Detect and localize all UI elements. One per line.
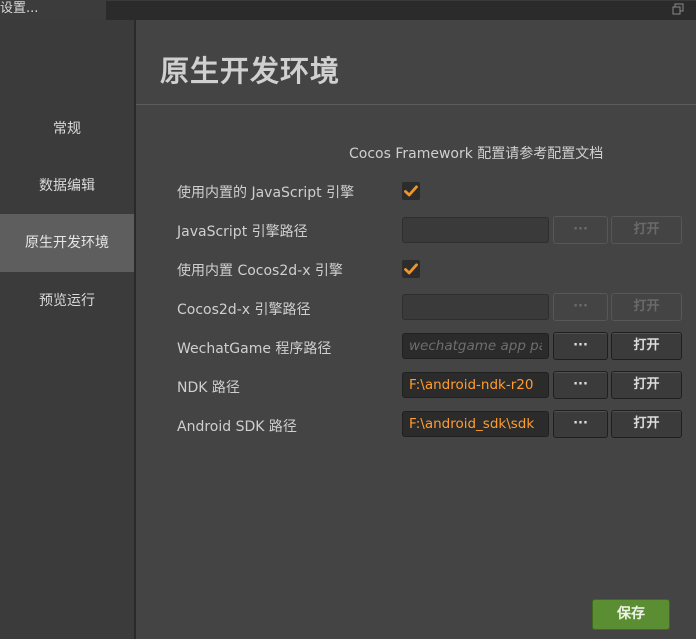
settings-sidebar: 常规 数据编辑 原生开发环境 预览运行 xyxy=(0,20,134,639)
cocos2dx-browse-button[interactable]: ··· xyxy=(553,293,608,321)
title-bar: 设置... xyxy=(0,0,696,20)
wechatgame-path-label: WechatGame 程序路径 xyxy=(177,341,332,357)
cocos2dx-path-label: Cocos2d-x 引擎路径 xyxy=(177,302,311,318)
use-builtin-cocos2dx-checkbox[interactable] xyxy=(402,260,420,278)
window-title[interactable]: 设置... xyxy=(0,0,106,20)
js-engine-path-input[interactable] xyxy=(402,217,549,243)
save-button[interactable]: 保存 xyxy=(592,599,670,630)
cocos2dx-open-button[interactable]: 打开 xyxy=(611,293,682,321)
android-sdk-open-button[interactable]: 打开 xyxy=(611,410,682,438)
android-sdk-path-label: Android SDK 路径 xyxy=(177,419,297,435)
use-builtin-cocos2dx-label: 使用内置 Cocos2d-x 引擎 xyxy=(177,263,343,279)
settings-main-panel: 原生开发环境 Cocos Framework 配置请参考配置文档 使用内置的 J… xyxy=(136,20,696,639)
ndk-path-label: NDK 路径 xyxy=(177,380,240,396)
js-engine-browse-button[interactable]: ··· xyxy=(553,216,608,244)
ndk-browse-button[interactable]: ··· xyxy=(553,371,608,399)
wechatgame-browse-button[interactable]: ··· xyxy=(553,332,608,360)
use-builtin-js-engine-label: 使用内置的 JavaScript 引擎 xyxy=(177,185,355,201)
check-icon xyxy=(404,185,418,197)
wechatgame-path-input[interactable] xyxy=(402,333,549,359)
cocos2dx-path-input[interactable] xyxy=(402,294,549,320)
wechatgame-open-button[interactable]: 打开 xyxy=(611,332,682,360)
sidebar-item-data-editing[interactable]: 数据编辑 xyxy=(0,157,134,215)
title-bar-empty xyxy=(106,0,696,20)
title-divider xyxy=(136,104,696,105)
android-sdk-browse-button[interactable]: ··· xyxy=(553,410,608,438)
sidebar-item-general[interactable]: 常规 xyxy=(0,100,134,158)
ndk-path-input[interactable] xyxy=(402,372,549,398)
framework-doc-link[interactable]: Cocos Framework 配置请参考配置文档 xyxy=(349,143,603,163)
use-builtin-js-engine-checkbox[interactable] xyxy=(402,182,420,200)
sidebar-item-preview-run[interactable]: 预览运行 xyxy=(0,272,134,330)
js-engine-path-label: JavaScript 引擎路径 xyxy=(177,224,308,240)
android-sdk-path-input[interactable] xyxy=(402,411,549,437)
restore-window-icon[interactable] xyxy=(672,3,684,15)
sidebar-item-native-env[interactable]: 原生开发环境 xyxy=(0,214,134,272)
page-title: 原生开发环境 xyxy=(160,54,341,88)
js-engine-open-button[interactable]: 打开 xyxy=(611,216,682,244)
ndk-open-button[interactable]: 打开 xyxy=(611,371,682,399)
check-icon xyxy=(404,263,418,275)
